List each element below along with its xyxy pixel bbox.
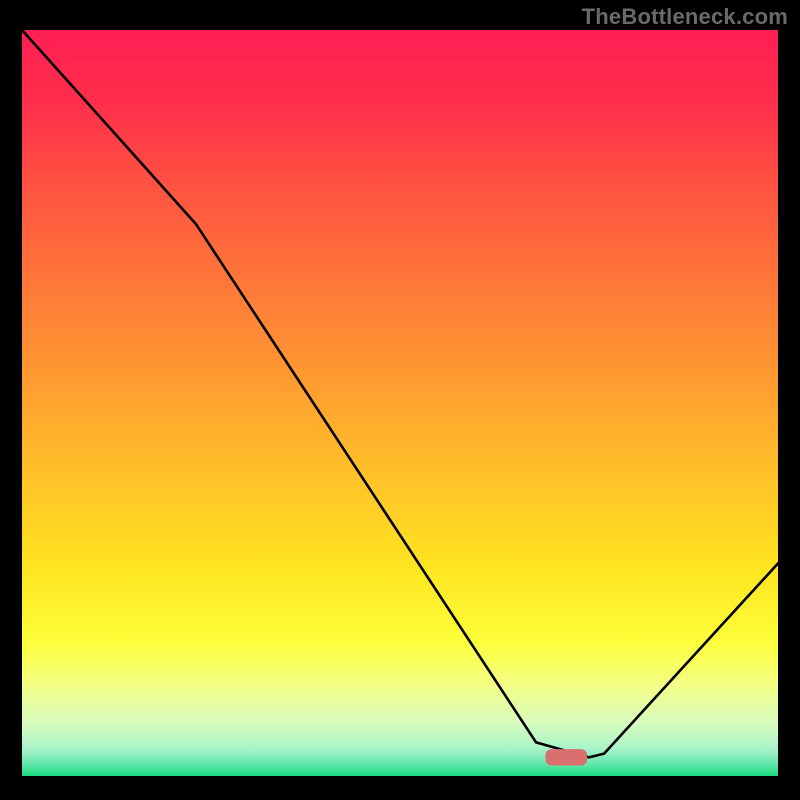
plot-area [22,30,778,776]
watermark-text: TheBottleneck.com [582,4,788,30]
chart-frame: TheBottleneck.com [0,0,800,800]
gradient-background [22,30,778,776]
optimal-marker [546,749,588,765]
bottleneck-chart [22,30,778,776]
